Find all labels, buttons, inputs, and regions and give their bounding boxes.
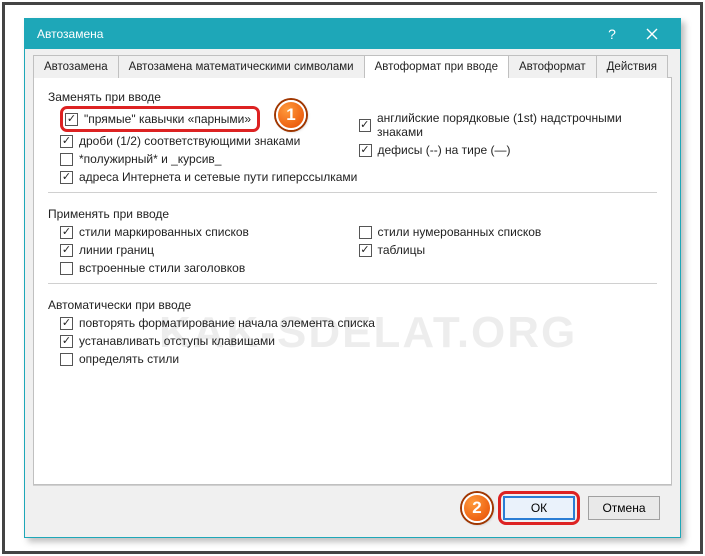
close-icon xyxy=(646,28,658,40)
checkbox-label: дефисы (--) на тире (—) xyxy=(378,143,511,157)
group-apply-label: Применять при вводе xyxy=(48,203,657,223)
checkbox-box xyxy=(65,113,78,126)
checkbox-label: *полужирный* и _курсив_ xyxy=(79,152,221,166)
tab-math-autocorrect[interactable]: Автозамена математическими символами xyxy=(118,55,365,78)
annotation-badge-2: 2 xyxy=(462,493,492,523)
close-button[interactable] xyxy=(632,19,672,49)
tab-actions[interactable]: Действия xyxy=(596,55,668,78)
checkbox-label: линии границ xyxy=(79,243,154,257)
tab-autocorrect[interactable]: Автозамена xyxy=(33,55,119,78)
button-bar: 2 ОК Отмена xyxy=(33,485,672,529)
annotation-badge-1: 1 xyxy=(276,100,306,130)
cancel-button[interactable]: Отмена xyxy=(588,496,660,520)
checkbox-label: адреса Интернета и сетевые пути гиперссы… xyxy=(79,170,357,184)
tab-autoformat[interactable]: Автоформат xyxy=(508,55,597,78)
checkbox-label: устанавливать отступы клавишами xyxy=(79,334,275,348)
checkbox-straight-quotes[interactable]: "прямые" кавычки «парными» xyxy=(65,110,251,128)
checkbox-builtin-heading-styles[interactable]: встроенные стили заголовков xyxy=(60,259,359,277)
titlebar[interactable]: Автозамена ? xyxy=(25,19,680,49)
checkbox-box xyxy=(359,144,372,157)
checkbox-label: таблицы xyxy=(378,243,426,257)
checkbox-hyphens-dash[interactable]: дефисы (--) на тире (—) xyxy=(359,141,658,159)
checkbox-box xyxy=(60,262,73,275)
autocorrect-dialog: Автозамена ? Автозамена Автозамена матем… xyxy=(24,18,681,538)
group-auto-label: Автоматически при вводе xyxy=(48,294,657,314)
checkbox-box xyxy=(60,353,73,366)
checkbox-box xyxy=(359,119,371,132)
checkbox-ordinals[interactable]: английские порядковые (1st) надстрочными… xyxy=(359,109,658,141)
tabpanel-autoformat-typing: KAK-SDELAT.ORG Заменять при вводе "прямы… xyxy=(33,78,672,485)
checkbox-box xyxy=(60,317,73,330)
tab-autoformat-typing[interactable]: Автоформат при вводе xyxy=(364,55,509,78)
help-button[interactable]: ? xyxy=(592,19,632,49)
checkbox-box xyxy=(60,171,73,184)
checkbox-box xyxy=(60,335,73,348)
checkbox-box xyxy=(60,153,73,166)
checkbox-label: определять стили xyxy=(79,352,179,366)
checkbox-define-styles[interactable]: определять стили xyxy=(60,350,657,368)
checkbox-repeat-list-format[interactable]: повторять форматирование начала элемента… xyxy=(60,314,657,332)
checkbox-bullet-styles[interactable]: стили маркированных списков xyxy=(60,223,359,241)
tabs: Автозамена Автозамена математическими си… xyxy=(33,55,672,78)
checkbox-label: дроби (1/2) соответствующими знаками xyxy=(79,134,300,148)
checkbox-border-lines[interactable]: линии границ xyxy=(60,241,359,259)
checkbox-fractions[interactable]: дроби (1/2) соответствующими знаками xyxy=(60,132,359,150)
group-replace-label: Заменять при вводе xyxy=(48,86,657,106)
checkbox-label: встроенные стили заголовков xyxy=(79,261,245,275)
checkbox-box xyxy=(359,244,372,257)
checkbox-box xyxy=(359,226,372,239)
checkbox-label: английские порядковые (1st) надстрочными… xyxy=(377,111,657,139)
checkbox-label: стили маркированных списков xyxy=(79,225,249,239)
checkbox-box xyxy=(60,135,73,148)
checkbox-set-indent-keys[interactable]: устанавливать отступы клавишами xyxy=(60,332,657,350)
ok-button[interactable]: ОК xyxy=(503,496,575,520)
checkbox-box xyxy=(60,226,73,239)
checkbox-numbered-styles[interactable]: стили нумерованных списков xyxy=(359,223,658,241)
checkbox-label: "прямые" кавычки «парными» xyxy=(84,112,251,126)
checkbox-hyperlinks[interactable]: адреса Интернета и сетевые пути гиперссы… xyxy=(60,168,359,186)
window-title: Автозамена xyxy=(37,27,592,41)
checkbox-box xyxy=(60,244,73,257)
checkbox-tables[interactable]: таблицы xyxy=(359,241,658,259)
checkbox-label: стили нумерованных списков xyxy=(378,225,542,239)
checkbox-bold-italic[interactable]: *полужирный* и _курсив_ xyxy=(60,150,359,168)
checkbox-label: повторять форматирование начала элемента… xyxy=(79,316,375,330)
